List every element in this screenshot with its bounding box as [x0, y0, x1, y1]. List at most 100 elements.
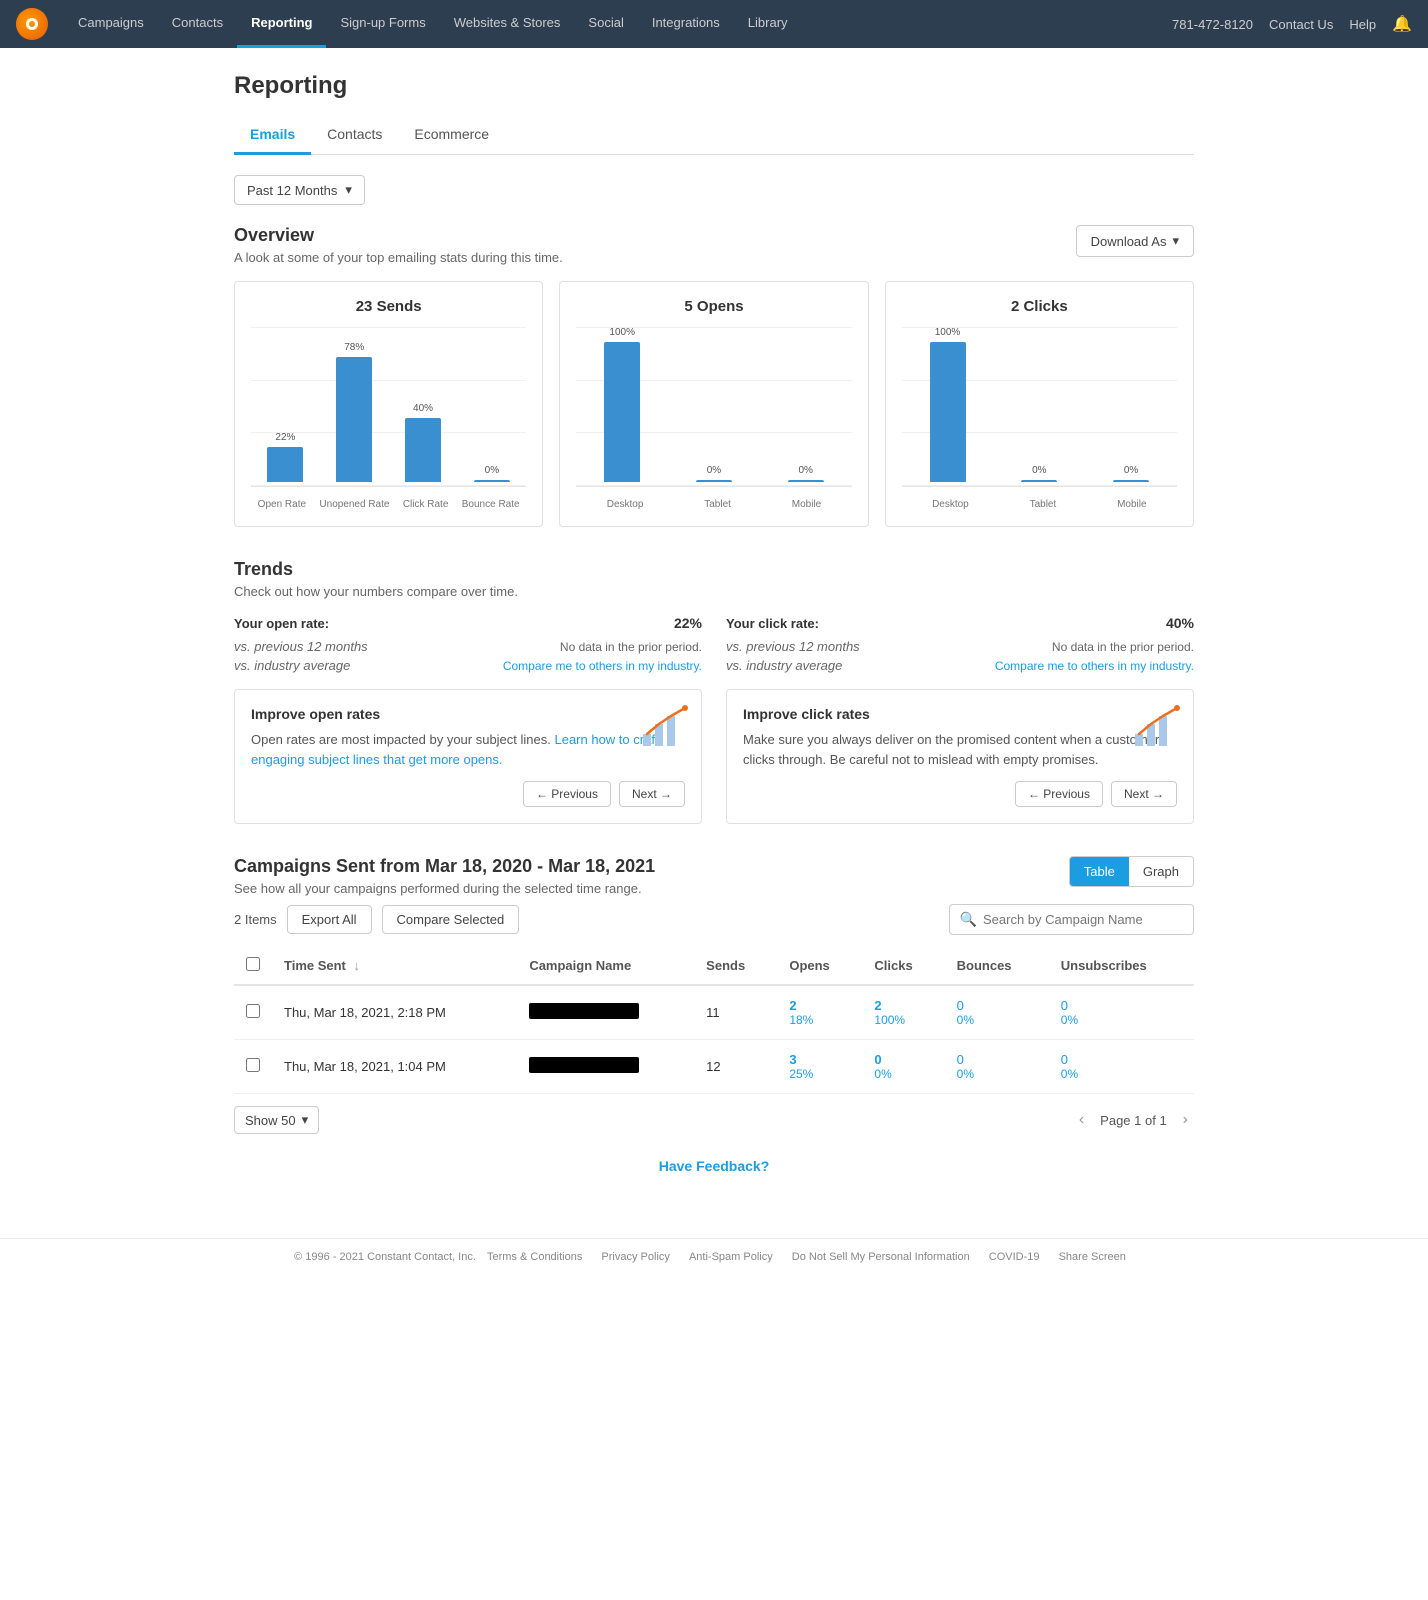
clicks-pct: 100%: [874, 1013, 932, 1027]
bar-pct-label: 0%: [799, 465, 813, 476]
top-navigation: Campaigns Contacts Reporting Sign-up For…: [0, 0, 1428, 48]
campaign-name-blocked: [529, 1003, 639, 1019]
click-rate-vs-industry: vs. industry average Compare me to other…: [726, 658, 1194, 673]
bar-bottom-label: Mobile: [1117, 499, 1146, 510]
tab-ecommerce[interactable]: Ecommerce: [398, 116, 505, 155]
industry-label: vs. industry average: [234, 658, 350, 673]
tip-open-link[interactable]: Learn how to craft engaging subject line…: [251, 732, 659, 767]
tip-click-prev-button[interactable]: ← Previous: [1015, 781, 1103, 807]
pagination: ‹ Page 1 of 1 ›: [1073, 1109, 1194, 1131]
bell-icon[interactable]: 🔔: [1392, 14, 1412, 34]
tip-click-text: Make sure you always deliver on the prom…: [743, 730, 1177, 769]
nav-right: 781-472-8120 Contact Us Help 🔔: [1172, 14, 1412, 34]
row-checkbox[interactable]: [246, 1058, 260, 1072]
header-row: Time Sent ↓ Campaign Name Sends Opens Cl…: [234, 947, 1194, 985]
prev-page-button[interactable]: ‹: [1073, 1109, 1090, 1131]
campaign-name-header: Campaign Name: [517, 947, 694, 985]
click-rate-tip-card: Improve click rates Make sure you always…: [726, 689, 1194, 824]
campaign-search-box[interactable]: 🔍: [949, 904, 1194, 935]
bar-bottom-label: Mobile: [792, 499, 821, 510]
campaigns-header: Campaigns Sent from Mar 18, 2020 - Mar 1…: [234, 856, 1194, 896]
nav-campaigns[interactable]: Campaigns: [64, 0, 158, 48]
trends-subtitle: Check out how your numbers compare over …: [234, 584, 1194, 599]
unsubs-cell: 0 0%: [1049, 985, 1194, 1040]
nav-integrations[interactable]: Integrations: [638, 0, 734, 48]
row-checkbox[interactable]: [246, 1004, 260, 1018]
industry-label: vs. industry average: [726, 658, 842, 673]
click-rate-label: Your click rate:: [726, 616, 819, 631]
export-all-button[interactable]: Export All: [287, 905, 372, 934]
show-select[interactable]: Show 50 ▾: [234, 1106, 319, 1134]
select-all-checkbox[interactable]: [246, 957, 260, 971]
click-rate-vs-previous: vs. previous 12 months No data in the pr…: [726, 639, 1194, 654]
do-not-sell-link[interactable]: Do Not Sell My Personal Information: [792, 1251, 970, 1263]
unsubs-pct: 0%: [1061, 1013, 1182, 1027]
tip-open-text: Open rates are most impacted by your sub…: [251, 730, 685, 769]
bar: [267, 447, 303, 482]
time-sent-value: Thu, Mar 18, 2021, 2:18 PM: [284, 1005, 446, 1020]
tip-open-next-button[interactable]: Next →: [619, 781, 685, 807]
download-as-button[interactable]: Download As ▾: [1076, 225, 1194, 257]
tab-emails[interactable]: Emails: [234, 116, 311, 155]
search-icon: 🔍: [960, 911, 977, 928]
click-rate-col: Your click rate: 40% vs. previous 12 mon…: [726, 615, 1194, 824]
anti-spam-link[interactable]: Anti-Spam Policy: [689, 1251, 773, 1263]
copyright: © 1996 - 2021 Constant Contact, Inc.: [294, 1251, 476, 1263]
bar-labels: Open Rate Unopened Rate Click Rate Bounc…: [251, 493, 526, 510]
nav-reporting[interactable]: Reporting: [237, 0, 326, 48]
nav-help[interactable]: Help: [1349, 17, 1376, 32]
feedback-link[interactable]: Have Feedback?: [659, 1158, 770, 1174]
click-rate-row: Your click rate: 40%: [726, 615, 1194, 631]
next-page-button[interactable]: ›: [1177, 1109, 1194, 1131]
logo[interactable]: [16, 8, 48, 40]
nav-signup-forms[interactable]: Sign-up Forms: [326, 0, 439, 48]
bar-bottom-label: Open Rate: [258, 499, 306, 510]
tip-chart-icon: [641, 702, 689, 750]
covid-link[interactable]: COVID-19: [989, 1251, 1040, 1263]
bar-pct-label: 100%: [609, 327, 635, 338]
click-industry-compare-link[interactable]: Compare me to others in my industry.: [995, 659, 1194, 673]
clicks-header: Clicks: [862, 947, 944, 985]
nav-library[interactable]: Library: [734, 0, 802, 48]
vs-previous-label: vs. previous 12 months: [234, 639, 368, 654]
sends-value: 12: [706, 1059, 720, 1074]
nav-contact-us[interactable]: Contact Us: [1269, 17, 1333, 32]
bar-pct-label: 22%: [275, 432, 295, 443]
graph-view-button[interactable]: Graph: [1129, 857, 1193, 886]
date-filter[interactable]: Past 12 Months ▾: [234, 175, 365, 205]
tip-click-title: Improve click rates: [743, 706, 1177, 722]
terms-link[interactable]: Terms & Conditions: [487, 1251, 582, 1263]
time-sent-cell: Thu, Mar 18, 2021, 1:04 PM: [272, 1040, 517, 1094]
privacy-link[interactable]: Privacy Policy: [601, 1251, 669, 1263]
search-input[interactable]: [983, 912, 1183, 927]
row-checkbox-cell: [234, 985, 272, 1040]
table-row: Thu, Mar 18, 2021, 1:04 PM 12 3 25% 0 0: [234, 1040, 1194, 1094]
show-label: Show 50: [245, 1113, 296, 1128]
clicks-cell: 2 100%: [862, 985, 944, 1040]
items-count: 2 Items: [234, 912, 277, 927]
unsubs-main: 0: [1061, 998, 1182, 1013]
share-screen-link[interactable]: Share Screen: [1059, 1251, 1126, 1263]
unsubs-pct: 0%: [1061, 1067, 1182, 1081]
nav-social[interactable]: Social: [574, 0, 637, 48]
feedback-bar: Have Feedback?: [234, 1134, 1194, 1198]
nav-websites-stores[interactable]: Websites & Stores: [440, 0, 575, 48]
bar-open-rate: 22%: [267, 432, 303, 482]
nav-contacts[interactable]: Contacts: [158, 0, 237, 48]
tip-click-next-button[interactable]: Next →: [1111, 781, 1177, 807]
table-view-button[interactable]: Table: [1070, 857, 1129, 886]
unsubs-main: 0: [1061, 1052, 1182, 1067]
gridline: [902, 485, 1177, 486]
bar: [788, 480, 824, 482]
trends-title: Trends: [234, 559, 1194, 580]
compare-selected-button[interactable]: Compare Selected: [382, 905, 520, 934]
table-footer: Show 50 ▾ ‹ Page 1 of 1 ›: [234, 1106, 1194, 1134]
tip-open-prev-button[interactable]: ← Previous: [523, 781, 611, 807]
tab-contacts[interactable]: Contacts: [311, 116, 398, 155]
nav-phone: 781-472-8120: [1172, 17, 1253, 32]
table-row: Thu, Mar 18, 2021, 2:18 PM 11 2 18% 2 1: [234, 985, 1194, 1040]
opens-cell: 3 25%: [777, 1040, 862, 1094]
bar-desktop: 100%: [930, 327, 966, 482]
industry-compare-link[interactable]: Compare me to others in my industry.: [503, 659, 702, 673]
open-rate-col: Your open rate: 22% vs. previous 12 mont…: [234, 615, 702, 824]
